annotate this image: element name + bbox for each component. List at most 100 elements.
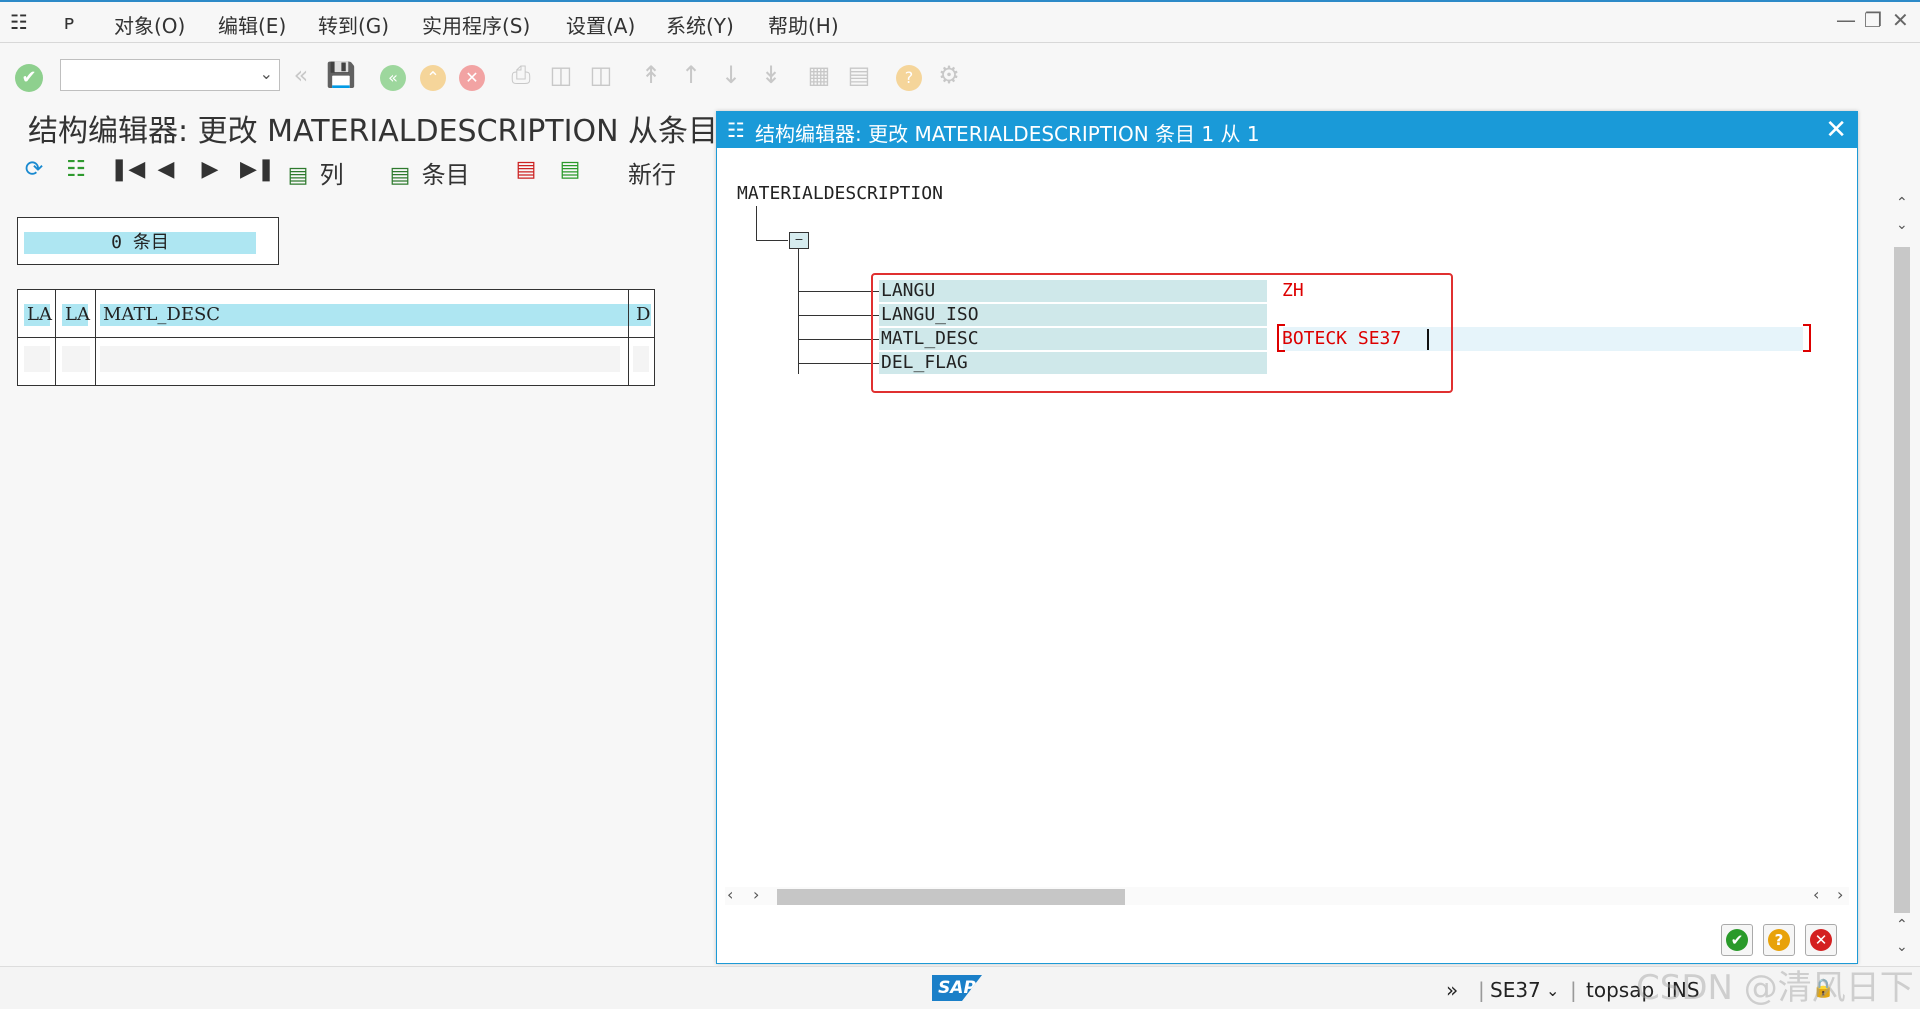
entry-count-box: 0 条目 <box>17 217 279 265</box>
previous-page-icon[interactable]: ↑ <box>676 60 706 90</box>
tree-connector <box>798 248 799 374</box>
row-divider <box>18 337 654 338</box>
dialog-menu-icon[interactable]: ☷ <box>727 118 745 142</box>
tree-connector <box>756 206 757 240</box>
table-header-matl-desc[interactable]: MATL_DESC <box>100 304 640 326</box>
new-session-icon[interactable]: ▦ <box>804 60 834 90</box>
settings-gear-icon[interactable]: ⚙ <box>934 60 964 90</box>
save-icon[interactable]: 💾 <box>326 60 356 90</box>
table-cell[interactable] <box>100 346 620 372</box>
cancel-icon: ✕ <box>1810 929 1832 951</box>
next-icon: ▶ <box>201 157 219 182</box>
tree-connector <box>756 240 788 241</box>
scroll-up-icon[interactable]: ⌃ <box>1896 917 1908 933</box>
new-row-button[interactable]: 新行 <box>628 155 676 189</box>
watermark-text: CSDN @清风日下 <box>1636 968 1914 1008</box>
first-icon: ❚◀ <box>110 157 146 182</box>
table-header-langu-iso[interactable]: LA <box>62 304 90 326</box>
next-entry-button[interactable]: ▶ <box>196 155 224 189</box>
scroll-down-icon[interactable]: ⌄ <box>1896 939 1908 955</box>
shortcut-icon[interactable]: ▤ <box>844 60 874 90</box>
first-entry-button[interactable]: ❚◀ <box>110 155 146 189</box>
horizontal-scrollbar[interactable]: ‹ › ‹ › <box>725 885 1849 905</box>
close-window-icon[interactable]: ✕ <box>1892 8 1909 32</box>
menu-icon[interactable]: ☷ <box>10 10 28 34</box>
next-page-icon[interactable]: ↓ <box>716 60 746 90</box>
menu-bar: ☷ ᴘ 对象(O) 编辑(E) 转到(G) 实用程序(S) 设置(A) 系统(Y… <box>0 2 1920 43</box>
vertical-scrollbar[interactable]: ⌃ ⌄ ⌃ ⌄ <box>1892 195 1914 965</box>
find-icon[interactable]: ◫ <box>546 60 576 90</box>
find-next-icon[interactable]: ◫ <box>586 60 616 90</box>
back-icon[interactable]: « <box>378 60 408 91</box>
entries-icon: ▤ <box>389 163 411 188</box>
entries-button[interactable]: ▤ 条目 <box>386 155 470 189</box>
new-row-label: 新行 <box>628 161 676 189</box>
check-icon: ✔ <box>1726 929 1748 951</box>
entry-count: 0 条目 <box>24 232 256 254</box>
table-cell[interactable] <box>62 346 90 372</box>
table-cell[interactable] <box>24 346 50 372</box>
scroll-left-icon[interactable]: ‹ <box>727 885 733 904</box>
tree-connector <box>798 363 879 364</box>
scroll-left-icon[interactable]: ‹ <box>1813 885 1819 904</box>
columns-button[interactable]: ▤ 列 <box>284 155 344 189</box>
scroll-right-icon[interactable]: › <box>1837 885 1843 904</box>
back-double-icon[interactable]: « <box>286 60 316 90</box>
scroll-right-icon[interactable]: › <box>753 885 759 904</box>
columns-icon: ▤ <box>287 163 309 188</box>
pin-icon[interactable]: ᴘ <box>64 10 75 34</box>
status-divider: | <box>1478 978 1485 1002</box>
command-field[interactable]: ⌄ <box>60 59 280 91</box>
confirm-button[interactable]: ✔ <box>1721 924 1753 956</box>
input-bracket-right <box>1803 324 1811 352</box>
menu-settings[interactable]: 设置(A) <box>566 10 635 39</box>
cancel-icon[interactable]: ✕ <box>457 60 487 91</box>
insert-row-icon: ▤ <box>559 157 581 182</box>
horizontal-scroll-thumb[interactable] <box>777 889 1125 905</box>
previous-icon: ◀ <box>157 157 175 182</box>
menu-edit[interactable]: 编辑(E) <box>218 10 286 39</box>
vertical-scroll-thumb[interactable] <box>1894 247 1910 913</box>
menu-goto[interactable]: 转到(G) <box>318 10 389 39</box>
menu-utilities[interactable]: 实用程序(S) <box>422 10 530 39</box>
restore-icon[interactable]: ❐ <box>1864 8 1882 32</box>
cancel-button[interactable]: ✕ <box>1805 924 1837 956</box>
delete-row-button[interactable]: ▤ <box>512 155 540 189</box>
table-header-del-flag[interactable]: D <box>633 304 651 326</box>
last-entry-button[interactable]: ▶❚ <box>240 155 276 189</box>
entries-label: 条目 <box>421 161 470 189</box>
insert-row-button[interactable]: ▤ <box>556 155 584 189</box>
status-bar: SAP » | SE37 ⌄ | topsap INS 🔒 <box>0 966 1920 1009</box>
refresh-icon: ⟳ <box>24 157 44 182</box>
enter-icon[interactable]: ✔ <box>14 60 44 92</box>
chevron-down-icon[interactable]: ⌄ <box>260 64 273 83</box>
table-cell[interactable] <box>633 346 649 372</box>
scroll-down-icon[interactable]: ⌄ <box>1896 217 1908 233</box>
last-icon: ▶❚ <box>240 157 276 182</box>
chevron-down-icon[interactable]: ⌄ <box>1546 981 1559 1000</box>
exit-icon[interactable]: ⌃ <box>418 60 448 91</box>
page-title: 结构编辑器: 更改 MATERIALDESCRIPTION 从条目 <box>28 114 719 149</box>
first-page-icon[interactable]: ↟ <box>636 60 666 90</box>
print-icon[interactable]: ⎙ <box>506 60 536 90</box>
refresh-button[interactable]: ⟳ <box>20 155 48 189</box>
help-icon[interactable]: ? <box>894 60 924 91</box>
tree-connector <box>798 315 879 316</box>
dialog-titlebar: ☷ 结构编辑器: 更改 MATERIALDESCRIPTION 条目 1 从 1… <box>717 112 1857 148</box>
scroll-up-icon[interactable]: ⌃ <box>1896 195 1908 211</box>
help-button[interactable]: ? <box>1763 924 1795 956</box>
hierarchy-button[interactable]: ☷ <box>62 155 90 189</box>
previous-entry-button[interactable]: ◀ <box>152 155 180 189</box>
expand-status-icon[interactable]: » <box>1446 978 1458 1002</box>
close-icon[interactable]: ✕ <box>1825 115 1847 145</box>
menu-object[interactable]: 对象(O) <box>114 10 185 39</box>
tree-connector <box>798 339 879 340</box>
menu-help[interactable]: 帮助(H) <box>768 10 839 39</box>
last-page-icon[interactable]: ↡ <box>756 60 786 90</box>
minimize-icon[interactable]: — <box>1836 8 1856 32</box>
table-header-langu[interactable]: LA <box>24 304 52 326</box>
highlight-annotation-box <box>871 273 1453 393</box>
menu-system[interactable]: 系统(Y) <box>666 10 734 39</box>
folder-icon[interactable]: − <box>789 232 809 249</box>
standard-toolbar: ✔ « 💾 « ⌃ ✕ ⎙ ◫ ◫ ↟ ↑ ↓ ↡ ▦ ▤ ? ⚙ <box>0 44 1920 106</box>
